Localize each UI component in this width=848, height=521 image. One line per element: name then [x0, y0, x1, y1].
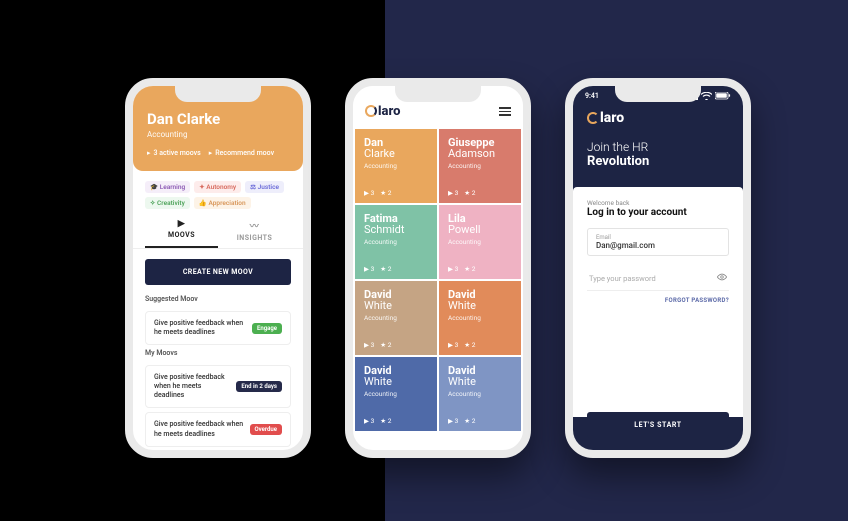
wifi-icon	[701, 92, 712, 100]
person-stats: ▶ 3★ 2	[448, 417, 475, 425]
recommend-moov-link[interactable]: Recommend moov	[209, 149, 274, 157]
person-stats: ▶ 3★ 2	[364, 189, 391, 197]
person-stats: ▶ 3★ 2	[448, 341, 475, 349]
hero: Join the HR Revolution	[573, 126, 743, 187]
moov-card-text: Give positive feedback when he meets dea…	[154, 420, 244, 438]
create-new-moov-button[interactable]: CREATE NEW MOOV	[145, 259, 291, 285]
moov-card[interactable]: Give positive feedback when he meets dea…	[145, 365, 291, 408]
people-grid: DanClarkeAccounting▶ 3★ 2GiuseppeAdamson…	[353, 127, 523, 433]
moov-card-badge: End in 2 days	[236, 381, 282, 392]
tabs: ▶MOOVS 〰INSIGHTS	[133, 215, 303, 249]
lets-start-button[interactable]: LET'S START	[587, 412, 729, 438]
password-field[interactable]: Type your password	[587, 266, 729, 291]
moov-card-badge: Engage	[252, 323, 282, 334]
trait-chip[interactable]: 👍 Appreciation	[194, 197, 251, 209]
eye-icon[interactable]	[717, 272, 727, 284]
person-last: Powell	[448, 224, 512, 236]
person-role: Accounting	[448, 390, 512, 398]
person-stats: ▶ 3★ 2	[448, 189, 475, 197]
person-stats: ▶ 3★ 2	[364, 417, 391, 425]
notch	[615, 86, 701, 102]
logo: laro	[573, 100, 743, 126]
person-card[interactable]: DavidWhiteAccounting▶ 3★ 2	[355, 281, 437, 355]
person-last: Schmidt	[364, 224, 428, 236]
profile-department: Accounting	[147, 130, 289, 139]
panel-title: Log in to your account	[587, 207, 729, 218]
person-last: Adamson	[448, 148, 512, 160]
email-field[interactable]: Email Dan@gmail.com	[587, 228, 729, 256]
person-card[interactable]: GiuseppeAdamsonAccounting▶ 3★ 2	[439, 129, 521, 203]
person-role: Accounting	[364, 314, 428, 322]
person-role: Accounting	[364, 390, 428, 398]
person-role: Accounting	[448, 314, 512, 322]
moov-card[interactable]: Give positive feedback when he meets dea…	[145, 311, 291, 345]
person-card[interactable]: DavidWhiteAccounting▶ 3★ 2	[439, 357, 521, 431]
tab-moovs[interactable]: ▶MOOVS	[145, 219, 218, 248]
person-stats: ▶ 3★ 2	[448, 265, 475, 273]
battery-icon	[715, 92, 731, 100]
notch	[395, 86, 481, 102]
logo: laro	[365, 104, 400, 119]
status-time: 9:41	[585, 92, 599, 100]
trait-chip[interactable]: 🎓 Learning	[145, 181, 190, 193]
person-card[interactable]: DavidWhiteAccounting▶ 3★ 2	[439, 281, 521, 355]
tab-insights[interactable]: 〰INSIGHTS	[218, 219, 291, 248]
profile-name: Dan Clarke	[147, 110, 289, 128]
menu-icon[interactable]	[499, 105, 511, 118]
active-moovs-metric[interactable]: 3 active moovs	[147, 149, 201, 157]
phone-login: 9:41 laro Join the HR Revolution Welcome…	[565, 78, 751, 458]
person-role: Accounting	[364, 238, 428, 246]
person-last: White	[448, 376, 512, 388]
person-role: Accounting	[364, 162, 428, 170]
person-card[interactable]: DanClarkeAccounting▶ 3★ 2	[355, 129, 437, 203]
section-suggested-label: Suggested Moov	[133, 295, 303, 307]
forgot-password-link[interactable]: FORGOT PASSWORD?	[587, 297, 729, 304]
trait-chip[interactable]: ✦ Autonomy	[194, 181, 241, 193]
trait-chips: 🎓 Learning ✦ Autonomy ⚖ Justice ✧ Creativit…	[133, 171, 303, 215]
login-panel: Welcome back Log in to your account Emai…	[573, 187, 743, 417]
section-my-label: My Moovs	[133, 349, 303, 361]
welcome-label: Welcome back	[587, 199, 729, 207]
phone-profile: Dan Clarke Accounting 3 active moovs Rec…	[125, 78, 311, 458]
moov-card-text: Give positive feedback when he meets dea…	[154, 319, 246, 337]
notch	[175, 86, 261, 102]
person-card[interactable]: FatimaSchmidtAccounting▶ 3★ 2	[355, 205, 437, 279]
person-card[interactable]: LilaPowellAccounting▶ 3★ 2	[439, 205, 521, 279]
person-role: Accounting	[448, 162, 512, 170]
person-stats: ▶ 3★ 2	[364, 265, 391, 273]
trait-chip[interactable]: ✧ Creativity	[145, 197, 190, 209]
person-last: White	[364, 376, 428, 388]
person-last: White	[364, 300, 428, 312]
person-card[interactable]: DavidWhiteAccounting▶ 3★ 2	[355, 357, 437, 431]
moov-card[interactable]: Give positive feedback when he meets dea…	[145, 412, 291, 446]
moov-card-text: Give positive feedback when he meets dea…	[154, 373, 230, 400]
phone-people-grid: laro DanClarkeAccounting▶ 3★ 2GiuseppeAd…	[345, 78, 531, 458]
trait-chip[interactable]: ⚖ Justice	[245, 181, 284, 193]
person-stats: ▶ 3★ 2	[364, 341, 391, 349]
person-last: Clarke	[364, 148, 428, 160]
person-last: White	[448, 300, 512, 312]
person-role: Accounting	[448, 238, 512, 246]
moov-card-badge: Overdue	[250, 424, 283, 435]
